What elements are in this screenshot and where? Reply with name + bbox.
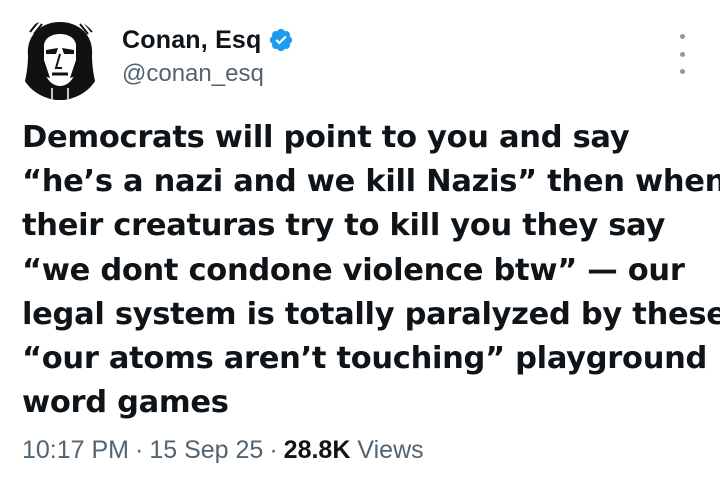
more-options-icon-dot [679, 51, 685, 57]
tweet-text-line: word games [22, 385, 229, 421]
tweet-metadata: 10:17 PM · 15 Sep 25 · 28.8K Views [22, 436, 424, 465]
tweet-text-line: Democrats will point to you and say [22, 120, 630, 155]
tweet-text-line: their creaturas try to kill you they say [22, 208, 666, 244]
author-name-row: Conan, Esq [122, 24, 294, 56]
tweet-card: Conan, Esq @conan_esq Democrats will poi… [0, 0, 720, 490]
tweet-text-line: legal system is totally paralyzed by the… [22, 296, 720, 332]
tweet-text-line: “he’s a nazi and we kill Nazis” then whe… [22, 164, 720, 200]
tweet-date[interactable]: 15 Sep 25 [149, 436, 263, 465]
more-options-icon-dot [679, 69, 685, 74]
conan-portrait-icon [20, 21, 100, 100]
tweet-text: Democrats will point to you and say “he’… [22, 116, 720, 425]
meta-separator: · [135, 436, 144, 464]
author-display-name[interactable]: Conan, Esq [122, 26, 262, 55]
tweet-time[interactable]: 10:17 PM [22, 436, 129, 465]
author-avatar[interactable] [18, 16, 102, 100]
meta-separator: · [269, 436, 278, 464]
tweet-text-line: “we dont condone violence btw” — our [22, 252, 685, 288]
tweet-text-line: “our atoms aren’t touching” playground [22, 341, 708, 377]
more-options-icon [679, 34, 685, 39]
author-handle[interactable]: @conan_esq [122, 60, 264, 88]
views-label: Views [357, 436, 424, 464]
views-count: 28.8K [283, 436, 351, 464]
more-options-button[interactable] [670, 34, 694, 74]
verified-badge-icon[interactable] [268, 27, 294, 53]
